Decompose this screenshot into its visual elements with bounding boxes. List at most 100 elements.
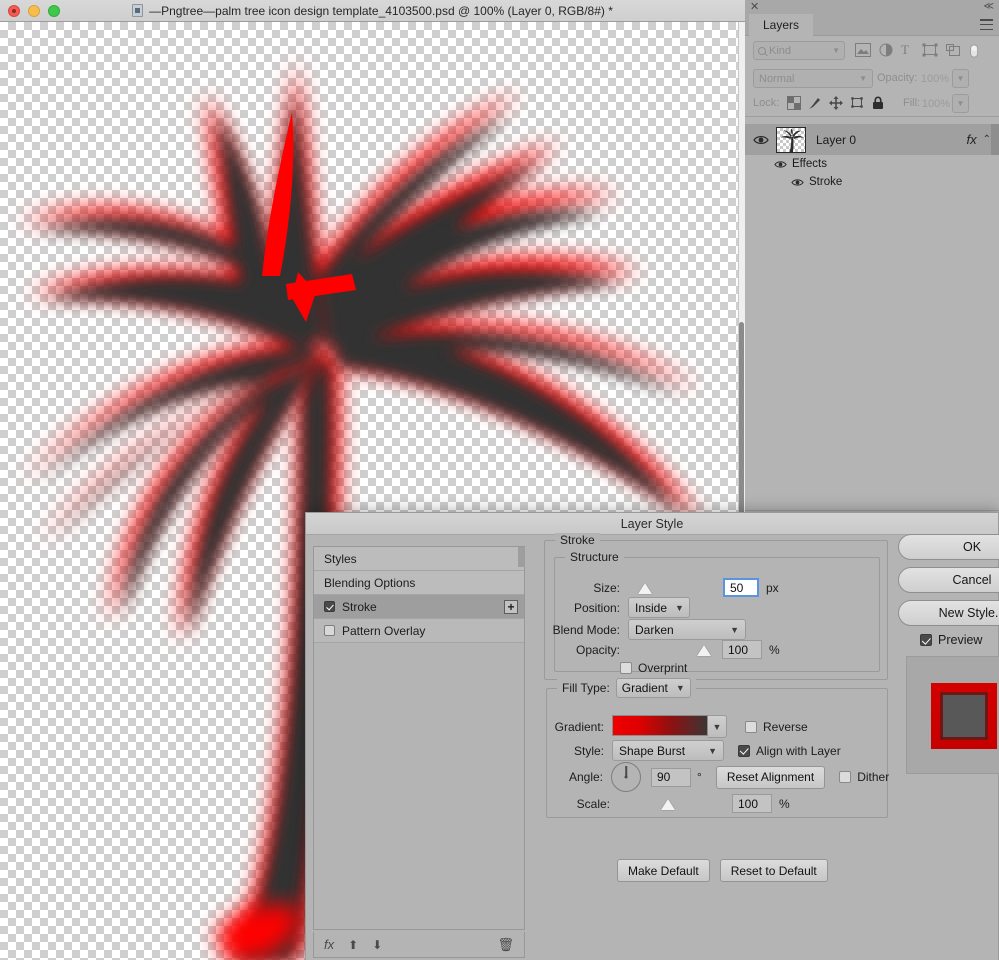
blend-mode-select[interactable]: Normal ▼ [753, 69, 873, 88]
fx-menu-icon[interactable]: fx [324, 937, 334, 952]
position-label: Position: [560, 601, 620, 615]
layer-stroke-effect-row[interactable]: Stroke [745, 173, 999, 191]
expand-effects-chevron-icon[interactable]: ⌃ [983, 134, 991, 145]
gradient-style-value: Shape Burst [619, 744, 685, 758]
lock-artboard-icon[interactable] [850, 96, 864, 110]
effects-label: Effects [792, 158, 827, 170]
adjustment-filter-icon[interactable] [878, 43, 894, 58]
close-window-button[interactable] [8, 5, 20, 17]
delete-effect-icon[interactable]: 🗑 [497, 937, 514, 953]
fill-value[interactable]: 100% [920, 94, 950, 113]
new-style-button[interactable]: New Style... [898, 600, 999, 626]
gradient-picker[interactable]: ▼ [612, 715, 727, 738]
reset-to-default-button[interactable]: Reset to Default [720, 859, 828, 882]
styles-list[interactable]: Styles Blending Options Stroke + Pattern… [313, 546, 525, 930]
position-select[interactable]: Inside ▼ [628, 597, 690, 618]
add-stroke-effect-button[interactable]: + [504, 600, 518, 614]
styles-list-scrollbar[interactable] [518, 547, 525, 567]
size-input[interactable]: 50 [723, 578, 759, 597]
tab-layers[interactable]: Layers [749, 14, 813, 36]
gradient-preset-chevron-icon[interactable]: ▼ [708, 715, 727, 738]
reverse-row[interactable]: Reverse [745, 720, 808, 734]
smartobject-filter-icon[interactable] [945, 43, 961, 58]
angle-input[interactable]: 90 [651, 768, 691, 787]
size-slider-thumb[interactable] [638, 583, 652, 594]
layer-thumbnail[interactable] [776, 127, 806, 153]
overprint-row[interactable]: Overprint [620, 661, 687, 675]
stroke-opacity-slider[interactable] [628, 643, 713, 657]
cancel-button[interactable]: Cancel [898, 567, 999, 593]
lock-position-icon[interactable] [829, 96, 843, 110]
lock-all-icon[interactable] [871, 96, 885, 110]
gradient-label: Gradient: [552, 720, 604, 734]
blend-mode-select[interactable]: Darken ▼ [628, 619, 746, 640]
opacity-label: Opacity: [877, 72, 917, 84]
fill-type-select[interactable]: Gradient ▼ [616, 678, 691, 698]
lock-image-icon[interactable] [808, 96, 822, 110]
filter-kind-select[interactable]: Kind ▼ [753, 41, 845, 60]
pattern-overlay-enabled-checkbox[interactable] [324, 625, 335, 636]
layer-list-item-layer-0[interactable]: Layer 0 fx ⌃ [745, 124, 999, 155]
filter-toggle-icon[interactable] [968, 43, 984, 58]
preview-label: Preview [938, 633, 982, 647]
new-style-label: New Style... [939, 606, 999, 620]
layer-fx-icon[interactable]: fx [966, 132, 976, 147]
gradient-style-select[interactable]: Shape Burst ▼ [612, 740, 724, 761]
angle-unit: ° [697, 770, 702, 784]
align-with-layer-checkbox[interactable] [738, 745, 750, 757]
layer-effects-row[interactable]: Effects [745, 155, 999, 173]
image-filter-icon[interactable] [855, 43, 871, 58]
stroke-effect-label: Stroke [809, 176, 842, 188]
dither-checkbox[interactable] [839, 771, 851, 783]
scale-slider[interactable] [618, 797, 718, 811]
scale-slider-thumb[interactable] [661, 799, 675, 810]
gradient-swatch[interactable] [612, 715, 708, 736]
layers-list-scrollbar[interactable] [991, 124, 999, 155]
close-icon[interactable]: ✕ [750, 1, 759, 13]
reverse-checkbox[interactable] [745, 721, 757, 733]
dither-label: Dither [857, 770, 889, 784]
scale-input[interactable]: 100 [732, 794, 772, 813]
styles-list-item-stroke[interactable]: Stroke + [314, 595, 524, 619]
dialog-action-buttons: OK Cancel New Style... Preview [898, 534, 999, 774]
gradient-row: Gradient: ▼ Reverse [552, 715, 892, 738]
type-filter-icon[interactable]: T [901, 43, 917, 58]
layer-name[interactable]: Layer 0 [816, 133, 856, 147]
opacity-chevron-down-icon[interactable]: ▼ [952, 69, 969, 88]
move-effect-up-icon[interactable]: ⬆ [348, 938, 358, 952]
opacity-value[interactable]: 100% [919, 69, 949, 88]
size-row: Size: 50 px [560, 578, 890, 597]
panel-menu-icon[interactable] [980, 19, 993, 30]
stroke-enabled-checkbox[interactable] [324, 601, 335, 612]
move-effect-down-icon[interactable]: ⬇ [372, 938, 382, 952]
styles-list-item-styles[interactable]: Styles [314, 547, 524, 571]
fill-chevron-down-icon[interactable]: ▼ [952, 94, 969, 113]
stroke-opacity-label: Opacity: [550, 643, 620, 657]
ok-label: OK [963, 540, 981, 554]
collapse-panel-icon[interactable]: ≪ [984, 1, 994, 13]
effects-visibility-icon[interactable] [745, 160, 792, 169]
stroke-opacity-slider-thumb[interactable] [697, 645, 711, 656]
zoom-window-button[interactable] [48, 5, 60, 17]
layer-visibility-icon[interactable] [745, 135, 776, 145]
chevron-down-icon: ▼ [859, 74, 867, 83]
ok-button[interactable]: OK [898, 534, 999, 560]
styles-list-item-pattern-overlay[interactable]: Pattern Overlay [314, 619, 524, 643]
preview-row[interactable]: Preview [920, 633, 999, 647]
minimize-window-button[interactable] [28, 5, 40, 17]
stroke-opacity-input[interactable]: 100 [722, 640, 762, 659]
dither-row[interactable]: Dither [839, 770, 889, 784]
window-traffic-lights[interactable] [8, 5, 60, 17]
preview-checkbox[interactable] [920, 634, 932, 646]
lock-transparency-icon[interactable] [787, 96, 801, 110]
make-default-button[interactable]: Make Default [617, 859, 710, 882]
angle-dial[interactable] [611, 762, 641, 792]
shape-filter-icon[interactable] [922, 43, 938, 58]
align-with-layer-row[interactable]: Align with Layer [738, 744, 841, 758]
stroke-visibility-icon[interactable] [745, 178, 809, 187]
fill-type-legend: Fill Type: Gradient ▼ [557, 678, 696, 698]
overprint-checkbox[interactable] [620, 662, 632, 674]
size-slider[interactable] [628, 581, 713, 595]
reset-alignment-button[interactable]: Reset Alignment [716, 766, 825, 789]
styles-list-item-blending-options[interactable]: Blending Options [314, 571, 524, 595]
